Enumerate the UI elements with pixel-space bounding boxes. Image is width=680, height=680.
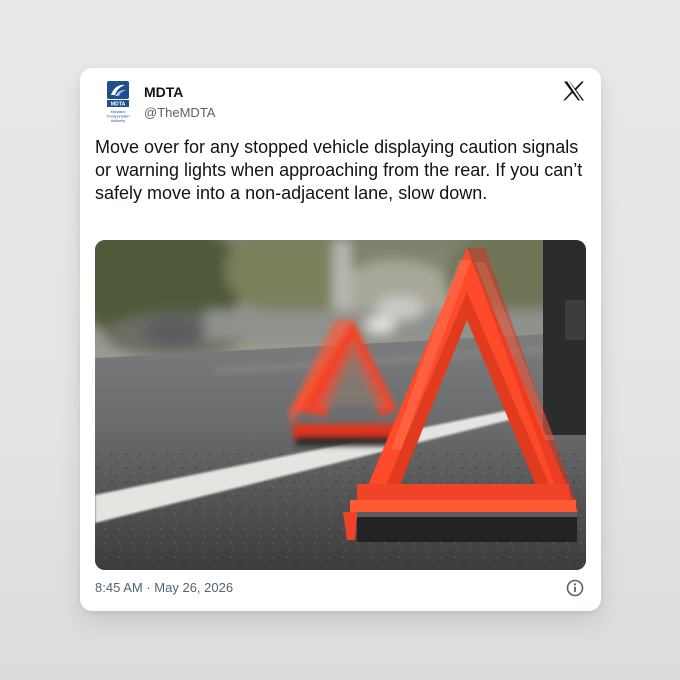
x-logo-icon[interactable] <box>563 81 585 101</box>
avatar-logo-text: MDTA <box>111 102 126 108</box>
tweet-photo[interactable] <box>95 240 586 570</box>
mdta-logo-avatar[interactable]: MDTA Maryland Transportation Authority <box>101 80 135 126</box>
avatar-caption-line-1: Maryland <box>111 110 126 114</box>
tweet-text: Move over for any stopped vehicle displa… <box>95 137 583 203</box>
tweet-date: May 26, 2026 <box>154 580 234 595</box>
timestamp-separator: · <box>146 580 151 595</box>
user-handle[interactable]: @TheMDTA <box>144 105 215 120</box>
tweet-time: 8:45 AM <box>95 580 143 595</box>
tweet-timestamp[interactable]: 8:45 AM · May 26, 2026 <box>95 580 233 595</box>
display-name[interactable]: MDTA <box>144 84 183 100</box>
avatar-caption-line-3: Authority <box>111 119 125 123</box>
tweet-card: MDTA Maryland Transportation Authority M… <box>80 68 601 611</box>
avatar-caption-line-2: Transportation <box>106 115 129 119</box>
info-icon[interactable] <box>566 579 584 597</box>
